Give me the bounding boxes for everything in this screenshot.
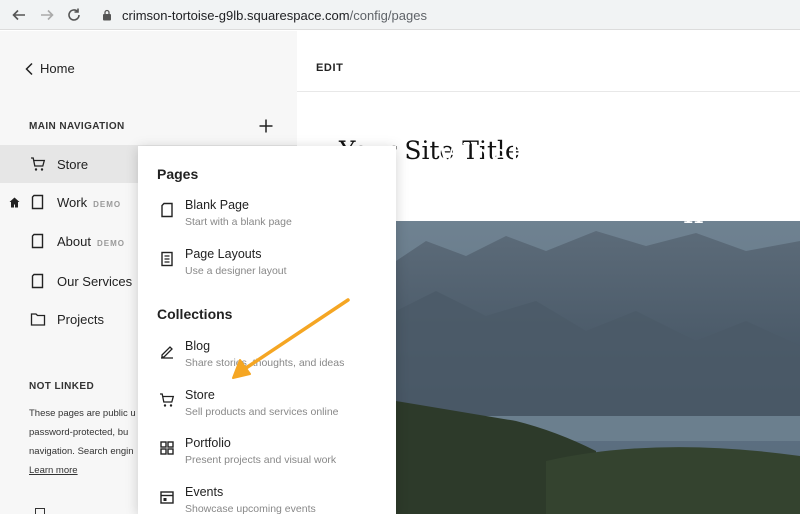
- pages-heading: Pages: [157, 166, 199, 182]
- sidebar-item-name: Work: [57, 194, 88, 210]
- cart-icon: [160, 393, 175, 407]
- menu-item-description: Showcase upcoming events: [185, 503, 316, 514]
- add-page-icon[interactable]: [258, 118, 274, 134]
- sidebar-item-label: About DEMO: [57, 234, 125, 249]
- preview-toolbar: EDIT: [297, 44, 800, 92]
- menu-item-title: Portfolio: [185, 436, 231, 450]
- menu-item-description: Start with a blank page: [185, 216, 292, 228]
- address-bar[interactable]: crimson-tortoise-g9lb.squarespace.com/co…: [96, 3, 800, 27]
- url-path: /config/pages: [349, 7, 427, 23]
- sidebar-item-label: Store: [57, 156, 89, 172]
- menu-item-portfolio[interactable]: Portfolio Present projects and visual wo…: [138, 434, 396, 478]
- collections-heading: Collections: [157, 306, 233, 322]
- back-home-link[interactable]: Home: [24, 61, 75, 76]
- menu-item-title: Store: [185, 388, 215, 402]
- learn-more-link[interactable]: Learn more: [29, 461, 144, 480]
- not-linked-description: These pages are public u password-protec…: [29, 404, 144, 480]
- page-icon: [31, 194, 44, 210]
- sidebar-item-label: Projects: [57, 311, 104, 327]
- not-linked-line: password-protected, bu: [29, 427, 129, 438]
- menu-item-description: Use a designer layout: [185, 265, 287, 277]
- hero-headline: Whatever it is, t: [437, 136, 697, 174]
- forward-arrow-icon[interactable]: [38, 6, 56, 24]
- menu-item-title: Blank Page: [185, 198, 249, 212]
- menu-item-title: Blog: [185, 339, 211, 353]
- url-text: crimson-tortoise-g9lb.squarespace.com/co…: [122, 8, 427, 23]
- not-linked-line: navigation. Search engin: [29, 446, 134, 457]
- menu-item-description: Sell products and services online: [185, 406, 339, 418]
- page-icon: [35, 508, 45, 514]
- home-icon: [9, 197, 20, 207]
- not-linked-line: These pages are public u: [29, 408, 136, 419]
- reload-icon[interactable]: [65, 6, 83, 24]
- hero-image: [396, 221, 800, 514]
- menu-item-events[interactable]: Events Showcase upcoming events: [138, 483, 396, 514]
- sidebar-item-name: About: [57, 233, 91, 249]
- grid-icon: [160, 441, 174, 455]
- sidebar-item-label: Work DEMO: [57, 195, 121, 210]
- demo-badge: DEMO: [96, 238, 125, 248]
- menu-item-page-layouts[interactable]: Page Layouts Use a designer layout: [138, 245, 396, 289]
- menu-item-title: Events: [185, 485, 224, 499]
- mountain-landscape-image: [396, 221, 800, 514]
- hero-headline-line2: n: [683, 193, 704, 231]
- not-linked-heading: NOT LINKED: [29, 381, 95, 392]
- edit-button[interactable]: EDIT: [316, 62, 343, 74]
- page-icon: [31, 233, 44, 249]
- menu-item-blog[interactable]: Blog Share stories, thoughts, and ideas: [138, 337, 396, 381]
- back-home-label: Home: [40, 61, 75, 76]
- menu-item-title: Page Layouts: [185, 247, 262, 261]
- blank-page-icon: [161, 202, 173, 218]
- pen-icon: [161, 346, 173, 359]
- demo-badge: DEMO: [93, 199, 122, 209]
- back-arrow-icon[interactable]: [10, 6, 28, 24]
- menu-item-blank-page[interactable]: Blank Page Start with a blank page: [138, 196, 396, 240]
- url-host: crimson-tortoise-g9lb.squarespace.com: [122, 7, 350, 23]
- chevron-left-icon: [25, 62, 33, 75]
- cart-icon: [31, 157, 46, 171]
- menu-item-description: Present projects and visual work: [185, 454, 337, 466]
- main-navigation-heading: MAIN NAVIGATION: [29, 121, 125, 132]
- sidebar-item-label: Our Services: [57, 273, 133, 289]
- page-icon: [31, 273, 44, 289]
- menu-item-description: Share stories, thoughts, and ideas: [185, 357, 345, 369]
- menu-item-store[interactable]: Store Sell products and services online: [138, 386, 396, 430]
- layout-icon: [161, 251, 173, 267]
- lock-icon: [103, 9, 111, 21]
- calendar-icon: [160, 491, 174, 504]
- browser-toolbar: crimson-tortoise-g9lb.squarespace.com/co…: [0, 0, 800, 30]
- add-page-menu: Pages Blank Page Start with a blank page…: [138, 146, 396, 514]
- folder-icon: [30, 313, 46, 326]
